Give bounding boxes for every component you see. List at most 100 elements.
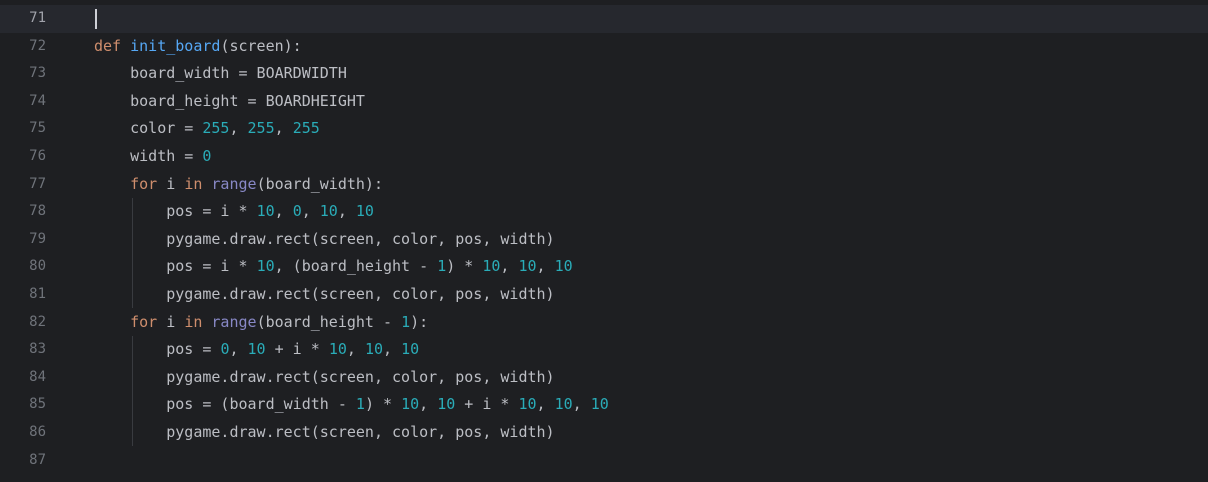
code-token: , — [274, 202, 293, 221]
code-token: 1 — [437, 257, 447, 276]
code-token: 10 — [319, 202, 338, 221]
code-line[interactable]: 74 board_height = BOARDHEIGHT — [0, 88, 1208, 116]
code-token: for — [130, 312, 158, 331]
code-token: 10 — [590, 395, 609, 414]
code-token: 0 — [202, 147, 212, 165]
line-number: 85 — [29, 396, 46, 413]
code-token: 10 — [518, 257, 537, 276]
code-token: ) * — [364, 395, 402, 414]
code-line[interactable]: 80 pos = i * 10, (board_height - 1) * 10… — [0, 253, 1208, 281]
code-line[interactable]: 75 color = 255, 255, 255 — [0, 115, 1208, 143]
code-token: pygame.draw.rect(screen, color, pos, wid… — [94, 367, 555, 386]
code-text: for i in range(board_width): — [94, 171, 383, 199]
code-token: (screen): — [220, 36, 302, 55]
code-token: 10 — [554, 395, 573, 414]
code-token: , — [274, 119, 293, 138]
code-token: 0 — [292, 202, 302, 221]
code-line[interactable]: 76 width = 0 — [0, 143, 1208, 171]
code-token: ): — [410, 312, 429, 331]
code-token: pygame.draw.rect(screen, color, pos, wid… — [94, 423, 555, 441]
code-token: pos = i * — [94, 257, 257, 276]
code-text: pygame.draw.rect(screen, color, pos, wid… — [94, 364, 555, 392]
code-token: for — [130, 174, 158, 193]
code-token: , — [229, 119, 248, 138]
line-number: 83 — [29, 341, 46, 358]
code-token: , — [229, 340, 248, 359]
code-line[interactable]: 87 — [0, 447, 1208, 475]
line-number: 84 — [29, 368, 46, 385]
line-number: 71 — [29, 10, 46, 26]
code-line[interactable]: 85 pos = (board_width - 1) * 10, 10 + i … — [0, 391, 1208, 419]
code-token: , (board_height - — [274, 257, 438, 276]
code-line[interactable]: 83 pos = 0, 10 + i * 10, 10, 10 — [0, 336, 1208, 364]
code-text: pos = i * 10, (board_height - 1) * 10, 1… — [94, 253, 573, 281]
code-token: def — [94, 36, 122, 55]
code-text: pygame.draw.rect(screen, color, pos, wid… — [94, 226, 554, 254]
line-number: 74 — [29, 92, 46, 109]
text-caret — [95, 9, 97, 29]
code-line[interactable]: 77 for i in range(board_width): — [0, 171, 1208, 199]
code-line[interactable]: 71 — [0, 5, 1208, 33]
code-line[interactable]: 81 pygame.draw.rect(screen, color, pos, … — [0, 281, 1208, 309]
code-line[interactable]: 79 pygame.draw.rect(screen, color, pos, … — [0, 226, 1208, 254]
code-line[interactable]: 73 board_width = BOARDWIDTH — [0, 60, 1208, 88]
code-token: 10 — [401, 395, 420, 414]
code-token: range — [211, 174, 257, 193]
code-text: pos = i * 10, 0, 10, 10 — [94, 198, 374, 226]
code-token: pos = — [94, 340, 221, 359]
code-token: width = — [94, 147, 203, 165]
line-number: 81 — [29, 286, 46, 302]
code-token: init_board — [130, 36, 221, 55]
code-token: pos = i * — [94, 202, 257, 221]
code-token: , — [500, 257, 519, 276]
code-token: board_height = BOARDHEIGHT — [94, 91, 365, 110]
code-token: pos = (board_width - — [94, 395, 356, 414]
code-token: 10 — [247, 340, 266, 359]
line-number: 75 — [29, 120, 46, 137]
code-text: pos = (board_width - 1) * 10, 10 + i * 1… — [94, 391, 609, 419]
line-number: 86 — [29, 424, 46, 440]
code-token: 10 — [554, 257, 573, 276]
line-number: 82 — [29, 313, 46, 330]
code-token: 10 — [401, 340, 420, 359]
code-text: pygame.draw.rect(screen, color, pos, wid… — [94, 419, 555, 447]
code-line[interactable]: 84 pygame.draw.rect(screen, color, pos, … — [0, 364, 1208, 392]
code-text: for i in range(board_height - 1): — [94, 309, 428, 337]
line-number: 76 — [29, 148, 46, 164]
code-token: 1 — [401, 312, 411, 331]
line-number: 87 — [29, 451, 46, 468]
code-token: + i * — [455, 395, 519, 414]
code-token: color = — [94, 119, 203, 138]
line-number: 79 — [29, 230, 46, 247]
code-token: i — [157, 174, 185, 193]
code-token: i — [157, 312, 185, 331]
code-token: board_width = BOARDWIDTH — [94, 64, 347, 83]
code-text: def init_board(screen): — [94, 33, 302, 61]
code-token: 10 — [364, 340, 383, 359]
code-token: , — [301, 202, 320, 221]
code-token: , — [419, 395, 438, 414]
code-token: 255 — [247, 119, 275, 138]
code-line[interactable]: 82 for i in range(board_height - 1): — [0, 309, 1208, 337]
code-token: , — [383, 340, 402, 359]
code-token: (board_height - — [256, 312, 402, 331]
code-token: in — [184, 312, 203, 331]
code-token: , — [536, 395, 555, 414]
line-number: 80 — [29, 258, 46, 275]
code-line[interactable]: 72 def init_board(screen): — [0, 33, 1208, 61]
code-token: 10 — [437, 395, 456, 414]
code-token: , — [572, 395, 591, 414]
code-token: 255 — [202, 119, 230, 138]
line-number: 72 — [29, 37, 46, 54]
code-line[interactable]: 78 pos = i * 10, 0, 10, 10 — [0, 198, 1208, 226]
code-line[interactable]: 86 pygame.draw.rect(screen, color, pos, … — [0, 419, 1208, 447]
code-token: 10 — [355, 202, 374, 221]
code-text: pygame.draw.rect(screen, color, pos, wid… — [94, 281, 554, 309]
code-token: (board_width): — [256, 174, 383, 193]
code-token: 1 — [355, 395, 365, 414]
code-token: , — [536, 257, 555, 276]
code-editor[interactable]: 71 72 def init_board(screen): 73 board_widt… — [0, 0, 1208, 482]
code-text: pos = 0, 10 + i * 10, 10, 10 — [94, 336, 419, 364]
